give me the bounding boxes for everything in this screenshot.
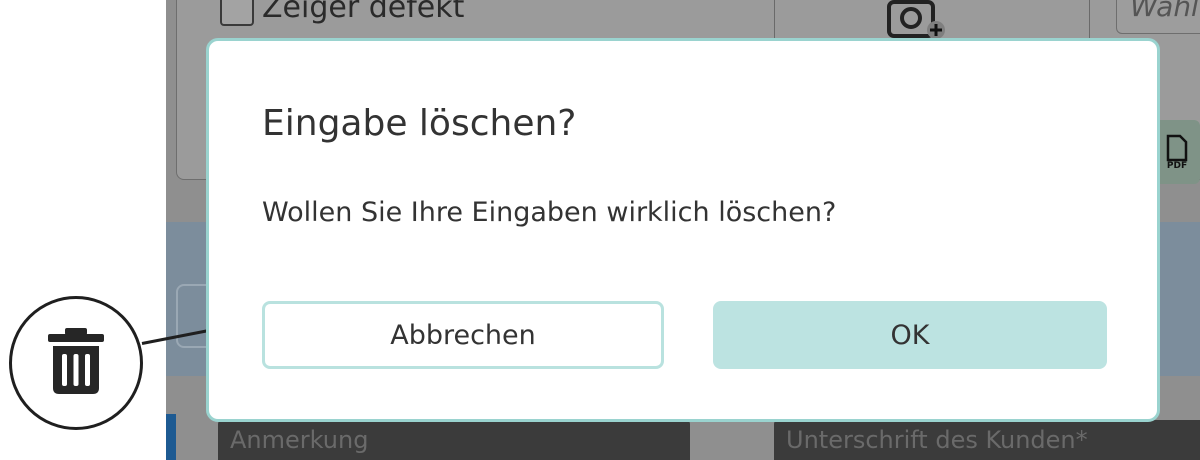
accent-bar	[166, 414, 176, 460]
dropdown-placeholder: Wähl	[1130, 0, 1199, 23]
trash-icon[interactable]	[46, 326, 106, 396]
dialog-message: Wollen Sie Ihre Eingaben wirklich lösche…	[262, 197, 837, 228]
signature-field[interactable]: Unterschrift des Kunden*	[774, 420, 1200, 460]
column-divider	[1089, 0, 1090, 38]
pdf-icon-label: PDF	[1167, 161, 1187, 171]
defect-checkbox[interactable]	[220, 0, 254, 26]
defect-checkbox-label: Zeiger defekt	[262, 0, 465, 25]
ok-button[interactable]: OK	[713, 301, 1107, 369]
note-field[interactable]: Anmerkung	[218, 420, 690, 460]
dialog-title: Eingabe löschen?	[262, 103, 577, 144]
delete-confirmation-dialog: Eingabe löschen? Wollen Sie Ihre Eingabe…	[206, 38, 1160, 422]
cancel-button[interactable]: Abbrechen	[262, 301, 664, 369]
screen: Zeiger defekt Wähl PDF Anmerkung Untersc…	[0, 0, 1200, 460]
column-divider	[774, 0, 775, 38]
add-photo-icon[interactable]	[886, 0, 946, 40]
